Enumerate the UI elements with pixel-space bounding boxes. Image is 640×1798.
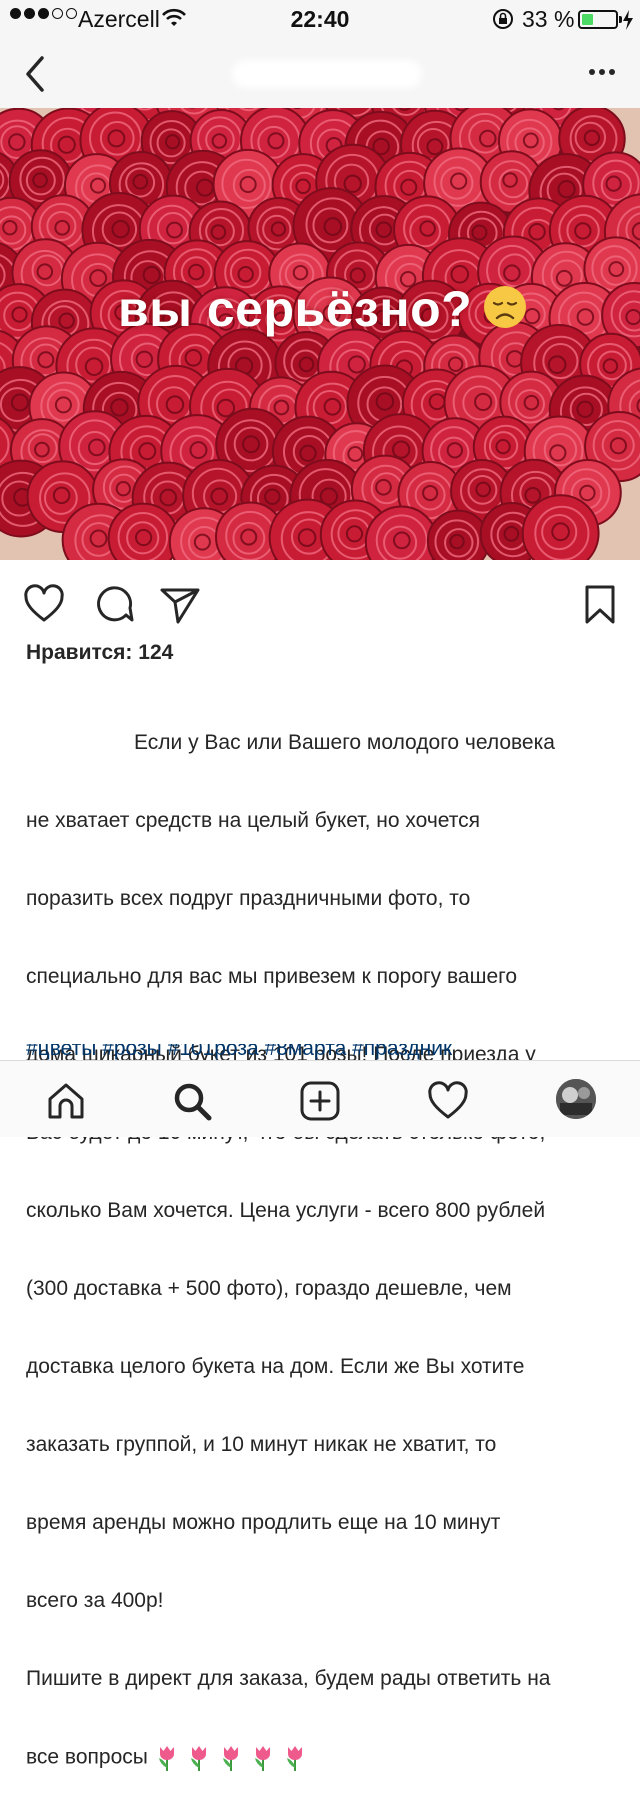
activity-heart-icon[interactable]: [426, 1079, 470, 1123]
photo-overlay-text: вы серьёзно?: [118, 280, 472, 338]
caption-line: (300 доставка + 500 фото), гораздо дешев…: [26, 1276, 620, 1302]
more-options-icon[interactable]: [584, 60, 620, 84]
caption-line: специально для вас мы привезем к порогу …: [26, 964, 620, 990]
tulip-emoji-row: [154, 1744, 308, 1772]
caption-line: Если у Вас или Вашего молодого человека: [26, 730, 620, 756]
add-post-icon[interactable]: [298, 1079, 342, 1123]
profile-avatar[interactable]: [556, 1079, 596, 1119]
rose: [428, 511, 489, 560]
battery-icon: [578, 10, 618, 29]
caption-line: сколько Вам хочется. Цена услуги - всего…: [26, 1198, 620, 1224]
comment-icon[interactable]: [92, 582, 136, 626]
caption-line: доставка целого букета на дом. Если же В…: [26, 1354, 620, 1380]
heart-icon[interactable]: [22, 582, 66, 626]
tulip-icon: [218, 1744, 244, 1772]
battery-percent: 33 %: [522, 6, 574, 33]
caption-line: Пишите в директ для заказа, будем рады о…: [26, 1666, 620, 1692]
bookmark-icon[interactable]: [578, 582, 622, 626]
tulip-icon: [282, 1744, 308, 1772]
caption-line: время аренды можно продлить еще на 10 ми…: [26, 1510, 620, 1536]
post-actions: [0, 570, 640, 636]
caption-line: не хватает средств на целый букет, но хо…: [26, 808, 620, 834]
post-caption: Если у Вас или Вашего молодого человека …: [26, 678, 620, 1798]
navigation-bar: [0, 40, 640, 109]
charging-icon: [621, 9, 635, 31]
blurred-username: [232, 60, 422, 88]
caption-line-last: все вопросы: [26, 1744, 620, 1772]
hashtags[interactable]: #цветы #розы #101роза #8марта #праздник: [26, 1044, 626, 1060]
tulip-icon: [186, 1744, 212, 1772]
post-photo[interactable]: вы серьёзно?: [0, 108, 640, 560]
likes-count[interactable]: Нравится: 124: [26, 641, 173, 665]
tab-bar: [0, 1060, 640, 1137]
disappointed-face-icon: [482, 284, 528, 330]
caption-line: всего за 400р!: [26, 1588, 620, 1614]
status-bar: Azercell 22:40 33 %: [0, 0, 640, 40]
tulip-icon: [250, 1744, 276, 1772]
rose: [523, 495, 599, 560]
search-icon[interactable]: [170, 1079, 214, 1123]
rotation-lock-icon: [492, 8, 514, 30]
tulip-icon: [154, 1744, 180, 1772]
caption-line: поразить всех подруг праздничными фото, …: [26, 886, 620, 912]
home-icon[interactable]: [44, 1079, 88, 1123]
send-icon[interactable]: [158, 582, 202, 626]
caption-line: заказать группой, и 10 минут никак не хв…: [26, 1432, 620, 1458]
back-arrow-icon[interactable]: [18, 52, 58, 96]
